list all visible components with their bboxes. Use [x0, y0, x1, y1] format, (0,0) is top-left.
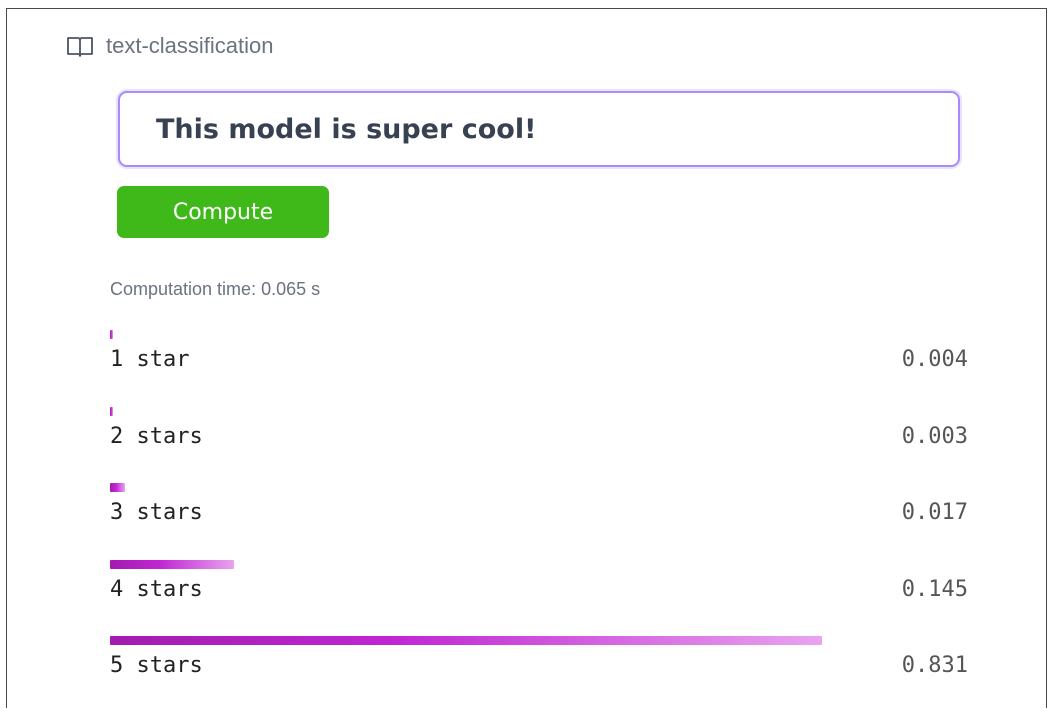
score-bar	[110, 406, 113, 416]
result-row: 3 stars 0.017	[110, 483, 968, 560]
task-label: text-classification	[106, 33, 274, 58]
result-label: 1 star	[110, 347, 190, 372]
text-input[interactable]	[118, 91, 960, 167]
task-header: text-classification	[66, 33, 274, 59]
result-label: 4 stars	[110, 576, 203, 602]
computation-time: Computation time: 0.065 s	[110, 279, 321, 299]
results-list: 1 star 0.004 2 stars 0.003 3 stars 0.017…	[110, 330, 968, 713]
score-bar	[110, 483, 125, 492]
result-score: 0.003	[901, 423, 968, 449]
result-score: 0.145	[901, 576, 968, 602]
result-label: 3 stars	[110, 500, 203, 525]
result-label: 5 stars	[110, 653, 203, 678]
result-row: 5 stars 0.831	[110, 636, 968, 713]
result-score: 0.017	[901, 500, 968, 525]
result-row: 2 stars 0.003	[110, 406, 968, 484]
compute-button[interactable]: Compute	[117, 186, 329, 238]
score-bar	[110, 636, 822, 645]
score-bar	[110, 330, 113, 339]
book-icon	[66, 35, 94, 57]
result-score: 0.004	[901, 347, 968, 372]
result-score: 0.831	[901, 653, 968, 678]
result-label: 2 stars	[110, 423, 203, 449]
result-row: 4 stars 0.145	[110, 559, 968, 637]
result-row: 1 star 0.004	[110, 330, 968, 407]
score-bar	[110, 559, 234, 569]
